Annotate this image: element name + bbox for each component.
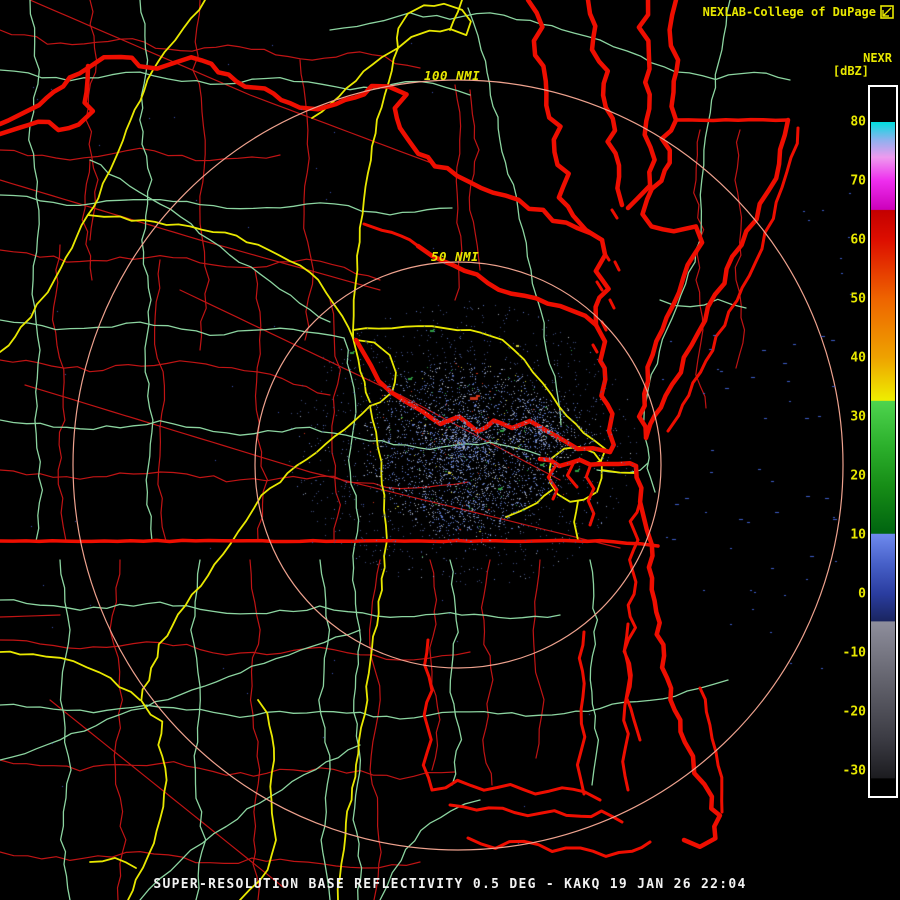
colorbar-tick-label: 60 bbox=[850, 232, 866, 248]
colorbar-tick-label: -10 bbox=[842, 645, 866, 661]
colorbar-tick-label: 40 bbox=[850, 350, 866, 366]
colorbar-tick-label: 30 bbox=[850, 409, 866, 425]
radar-display: NEXLAB-College of DuPage NEXR [dBZ] 80 70… bbox=[0, 0, 900, 900]
range-ring-label-50nmi: 50 NMI bbox=[431, 249, 480, 264]
colorbar-tick-label: -20 bbox=[842, 704, 866, 720]
range-ring-label-100nmi: 100 NMI bbox=[424, 68, 481, 83]
colorbar-tick-label: 10 bbox=[850, 527, 866, 543]
colorbar-gradient bbox=[871, 88, 895, 795]
colorbar-tick-label: 0 bbox=[858, 586, 866, 602]
nexlab-logo-icon bbox=[880, 5, 894, 19]
scale-title: NEXR bbox=[863, 51, 892, 65]
colorbar-tick-label: 80 bbox=[850, 114, 866, 130]
product-caption: SUPER-RESOLUTION BASE REFLECTIVITY 0.5 D… bbox=[153, 877, 747, 892]
site-credit: NEXLAB-College of DuPage bbox=[702, 5, 876, 19]
colorbar bbox=[868, 85, 898, 798]
colorbar-tick-label: 20 bbox=[850, 468, 866, 484]
radar-echoes-layer bbox=[0, 0, 900, 900]
scale-units: [dBZ] bbox=[832, 64, 869, 78]
colorbar-tick-label: -30 bbox=[842, 763, 866, 779]
colorbar-tick-label: 70 bbox=[850, 173, 866, 189]
colorbar-tick-label: 50 bbox=[850, 291, 866, 307]
